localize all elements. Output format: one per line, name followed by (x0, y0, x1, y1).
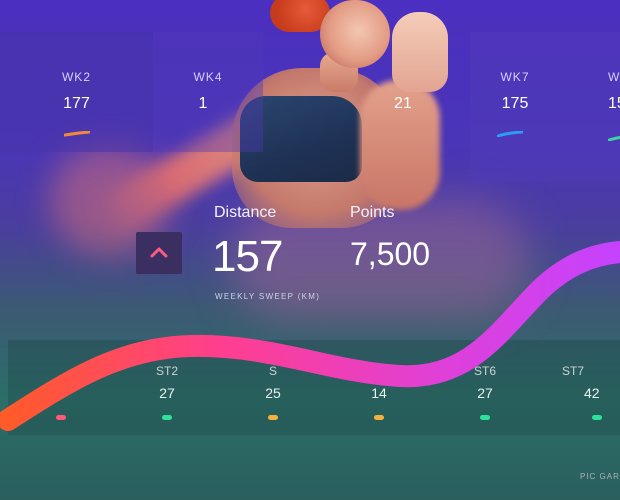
photo-credit: PIC GAR (580, 472, 620, 481)
progress-curve (0, 241, 620, 431)
